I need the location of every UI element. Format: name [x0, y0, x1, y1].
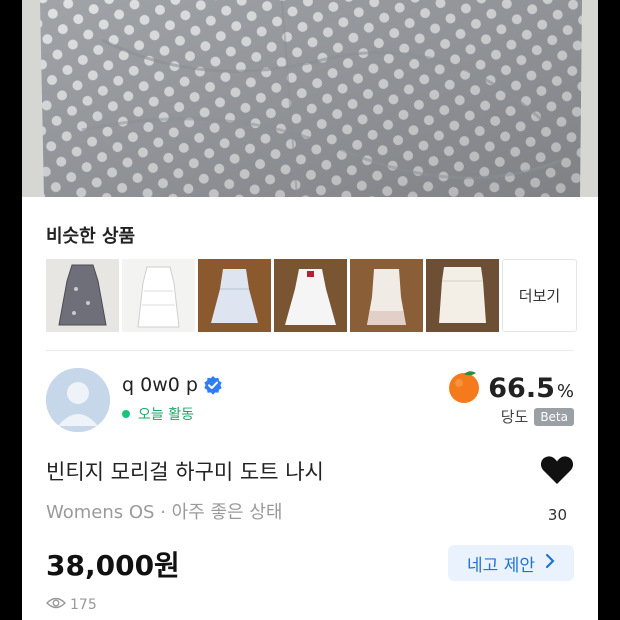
heart-icon[interactable]	[540, 455, 574, 485]
chevron-right-icon	[545, 553, 555, 574]
similar-item-thumbnail[interactable]	[274, 259, 347, 332]
view-count-row: 175	[46, 596, 97, 614]
seller-activity: 오늘 활동	[122, 404, 194, 424]
sweetness-unit: %	[556, 380, 574, 402]
verified-check-icon	[203, 375, 223, 395]
sweetness-score[interactable]: 66.5 %	[446, 368, 574, 408]
offer-button[interactable]: 네고 제안	[448, 545, 574, 581]
similar-items-title: 비슷한 상품	[46, 226, 136, 247]
similar-item-thumbnail[interactable]	[350, 259, 423, 332]
product-title: 빈티지 모리걸 하구미 도트 나시	[46, 460, 324, 484]
more-button[interactable]: 더보기	[502, 259, 577, 332]
sweetness-label-row: 당도 Beta	[501, 406, 574, 427]
sweetness-label: 당도	[500, 408, 529, 426]
active-dot	[122, 410, 130, 418]
similar-item-thumbnail[interactable]	[46, 259, 119, 332]
similar-item-thumbnail[interactable]	[426, 259, 499, 332]
similar-item-thumbnail[interactable]	[122, 259, 195, 332]
similar-items-list: 더보기	[46, 259, 577, 332]
similar-item-thumbnail[interactable]	[198, 259, 271, 332]
view-count: 175	[70, 597, 97, 613]
seller-name-row[interactable]: q 0w0 p	[122, 374, 223, 396]
sweetness-value: 66.5	[488, 372, 555, 404]
product-price: 38,000원	[46, 549, 180, 582]
like-count: 30	[547, 506, 567, 524]
seller-activity-label: 오늘 활동	[138, 407, 194, 423]
divider	[46, 350, 574, 351]
eye-icon	[46, 596, 70, 614]
offer-button-label: 네고 제안	[467, 555, 535, 576]
product-photo[interactable]	[22, 0, 598, 197]
beta-badge: Beta	[534, 407, 574, 426]
tangerine-icon	[446, 368, 482, 408]
seller-name: q 0w0 p	[122, 374, 198, 396]
product-meta: Womens OS · 아주 좋은 상태	[46, 502, 283, 523]
seller-avatar[interactable]	[46, 368, 110, 432]
product-page: 비슷한 상품 더보기 q 0w0 p 오늘 활동 66.5 % 당도 Beta …	[22, 0, 598, 620]
